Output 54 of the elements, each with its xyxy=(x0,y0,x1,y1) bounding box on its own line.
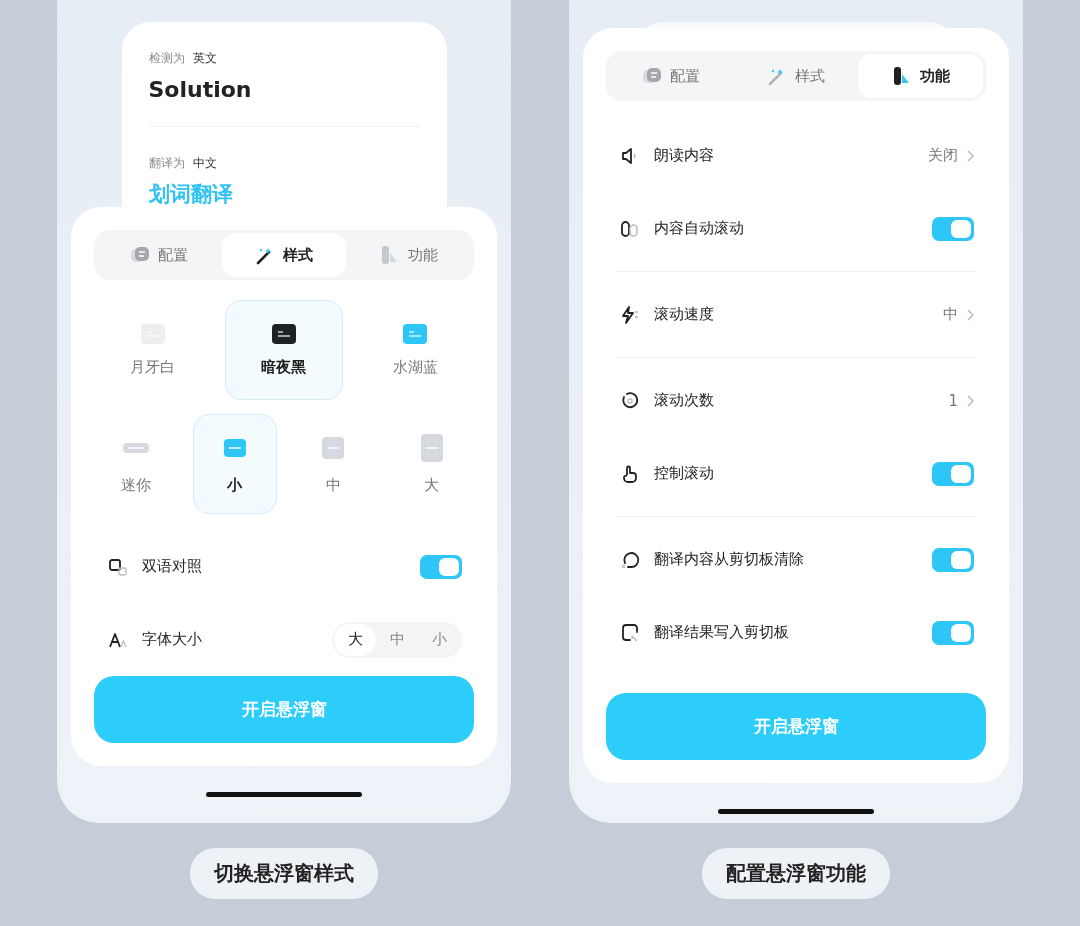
window-size-icon xyxy=(322,436,345,459)
setting-label: 翻译内容从剪切板清除 xyxy=(654,550,805,569)
note-icon xyxy=(130,245,151,265)
hand-icon xyxy=(620,463,640,484)
font-size-option[interactable]: 大 xyxy=(334,623,376,656)
setting-label: 朗读内容 xyxy=(654,146,715,165)
setting-value[interactable]: 中 xyxy=(943,305,958,324)
toggle-switch[interactable] xyxy=(420,554,462,579)
toggle-switch[interactable] xyxy=(932,216,974,241)
setting-label: 滚动速度 xyxy=(654,305,715,324)
caption-label: 切换悬浮窗样式 xyxy=(190,848,378,899)
detected-label: 检测为 xyxy=(148,50,185,67)
setting-label: 双语对照 xyxy=(142,557,203,576)
setting-value[interactable]: 关闭 xyxy=(928,146,958,165)
window-size-icon xyxy=(123,442,150,453)
setting-label: 内容自动滚动 xyxy=(654,219,745,238)
caption-label: 配置悬浮窗功能 xyxy=(702,848,890,899)
window-size-icon xyxy=(420,433,443,462)
translate-icon xyxy=(108,556,128,577)
setting-label: 滚动次数 xyxy=(654,391,715,410)
chevron-right-icon[interactable] xyxy=(966,149,974,162)
detected-language: 英文 xyxy=(192,50,217,67)
size-option[interactable]: 迷你 xyxy=(94,414,179,514)
font-size-option[interactable]: 小 xyxy=(418,623,460,656)
setting-label: 翻译结果写入剪切板 xyxy=(654,623,790,642)
size-option[interactable]: 小 xyxy=(192,414,277,514)
lightning-icon xyxy=(620,304,640,325)
toggle-switch[interactable] xyxy=(932,547,974,572)
tab[interactable]: 功能 xyxy=(858,54,983,98)
setting-value[interactable]: 1 xyxy=(948,391,958,410)
theme-option[interactable]: 月牙白 xyxy=(94,300,212,400)
tab[interactable]: 样式 xyxy=(221,233,347,277)
tab[interactable]: 配置 xyxy=(609,54,734,98)
tab[interactable]: 配置 xyxy=(97,233,222,277)
toggle-switch[interactable] xyxy=(932,620,974,645)
chevron-right-icon[interactable] xyxy=(966,394,974,407)
target-language: 中文 xyxy=(192,155,217,172)
window-size-icon xyxy=(223,438,246,457)
size-option[interactable]: 大 xyxy=(389,414,474,514)
translation-text: 划词翻译 xyxy=(148,181,234,208)
size-option[interactable]: 中 xyxy=(291,414,376,514)
tab[interactable]: 样式 xyxy=(733,54,859,98)
setting-label: 字体大小 xyxy=(142,630,203,649)
chevron-right-icon[interactable] xyxy=(966,308,974,321)
theme-option[interactable]: 水湖蓝 xyxy=(356,300,474,400)
target-label: 翻译为 xyxy=(148,155,185,172)
font-size-option[interactable]: 中 xyxy=(376,623,418,656)
tab[interactable]: 功能 xyxy=(346,233,471,277)
theme-option[interactable]: 暗夜黑 xyxy=(225,300,343,400)
source-text: Solution xyxy=(148,77,253,102)
toggle-switch[interactable] xyxy=(932,461,974,486)
note-icon xyxy=(642,66,663,86)
setting-label: 控制滚动 xyxy=(654,464,715,483)
rotate-icon xyxy=(620,390,640,411)
